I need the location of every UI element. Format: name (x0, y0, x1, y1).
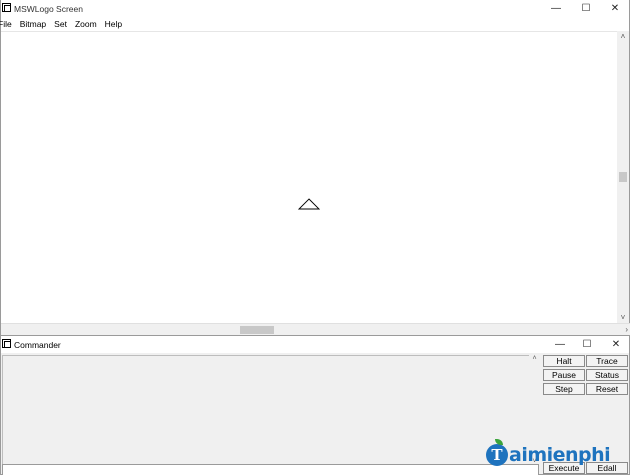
watermark-logo: T (486, 444, 508, 466)
trace-button[interactable]: Trace (586, 355, 628, 367)
commander-title-bar[interactable]: Commander — ☐ ✕ (1, 336, 629, 353)
scroll-up-icon[interactable]: ˄ (617, 32, 629, 41)
halt-button[interactable]: Halt (543, 355, 585, 367)
close-icon[interactable]: ✕ (601, 1, 629, 16)
command-input[interactable] (2, 464, 539, 475)
menu-set[interactable]: Set (50, 17, 71, 31)
commander-maximize-icon[interactable]: ☐ (573, 337, 601, 352)
watermark-text: aimienphi (509, 444, 611, 466)
logo-screen-window: MSWLogo Screen — ☐ ✕ File Bitmap Set Zoo… (0, 0, 630, 336)
status-button[interactable]: Status (586, 369, 628, 381)
minimize-icon[interactable]: — (542, 1, 570, 16)
commander-scroll-up-icon[interactable]: ˄ (529, 355, 540, 362)
menu-help[interactable]: Help (101, 17, 126, 31)
commander-close-icon[interactable]: ✕ (602, 337, 630, 352)
step-button[interactable]: Step (543, 383, 585, 395)
app-icon[interactable] (2, 3, 11, 12)
title-bar[interactable]: MSWLogo Screen — ☐ ✕ (1, 0, 629, 17)
menu-bitmap[interactable]: Bitmap (16, 17, 50, 31)
menu-zoom[interactable]: Zoom (71, 17, 101, 31)
vertical-scrollbar[interactable]: ˄ ˅ (617, 31, 629, 323)
commander-title: Commander (14, 340, 61, 350)
commander-output[interactable] (2, 355, 529, 475)
watermark: T aimienphi (486, 440, 611, 470)
commander-minimize-icon[interactable]: — (546, 337, 574, 352)
scroll-down-icon[interactable]: ˅ (617, 313, 629, 322)
turtle-icon (298, 198, 320, 210)
reset-button[interactable]: Reset (586, 383, 628, 395)
horizontal-scroll-thumb[interactable] (240, 326, 274, 334)
window-title: MSWLogo Screen (14, 4, 83, 14)
menu-file[interactable]: File (0, 17, 16, 31)
commander-app-icon[interactable] (2, 339, 11, 348)
menu-bar: File Bitmap Set Zoom Help (0, 17, 629, 31)
horizontal-scrollbar[interactable]: › (1, 323, 630, 335)
maximize-icon[interactable]: ☐ (572, 1, 600, 16)
pause-button[interactable]: Pause (543, 369, 585, 381)
vertical-scroll-thumb[interactable] (619, 172, 627, 182)
drawing-canvas[interactable] (1, 31, 618, 323)
